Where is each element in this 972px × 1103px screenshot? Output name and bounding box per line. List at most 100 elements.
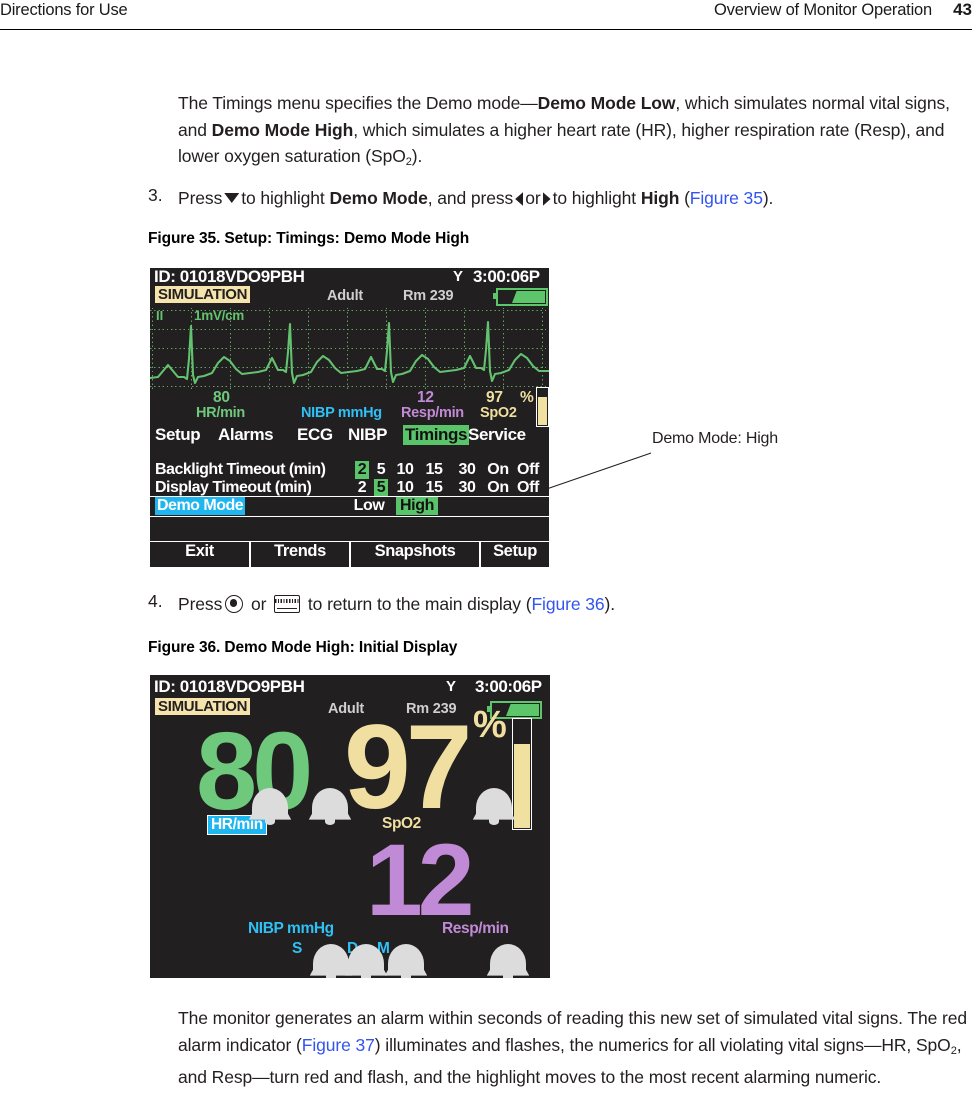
fig36-resp-label: Resp/min	[442, 920, 509, 937]
fig35-simulation-badge: SIMULATION	[155, 286, 251, 303]
setting-row-backlight-timeout[interactable]: Backlight Timeout (min) 2 5 10 15 30 On …	[150, 461, 549, 479]
opt-demo-high[interactable]: High	[396, 497, 438, 515]
page-header: Directions for Use Overview of Monitor O…	[0, 0, 972, 30]
opt-backlight-off[interactable]: Off	[515, 461, 541, 479]
header-rule	[0, 29, 972, 30]
bell-icon	[309, 944, 353, 978]
header-left-title: Directions for Use	[0, 1, 128, 19]
tab-service[interactable]: Service	[468, 425, 526, 445]
step3-bold-high: High	[640, 188, 680, 208]
outro-text-2: ) illuminates and flashes, the numerics …	[374, 1034, 951, 1055]
fig36-clock: 3:00:06P	[475, 677, 542, 696]
intro-paragraph: The Timings menu specifies the Demo mode…	[178, 90, 968, 176]
xref-figure-35[interactable]: Figure 35	[690, 188, 763, 208]
bell-icon	[486, 944, 530, 978]
opt-backlight-15[interactable]: 15	[422, 461, 446, 479]
setting-label-backlight-timeout: Backlight Timeout (min)	[155, 461, 326, 478]
fig35-menu-tab-row: Setup Alarms ECG NIBP Timings Service	[150, 425, 549, 447]
opt-backlight-2[interactable]: 2	[355, 461, 369, 479]
bell-icon	[308, 788, 352, 826]
power-dot-button-icon	[225, 595, 244, 613]
tab-timings[interactable]: Timings	[403, 425, 470, 445]
setting-row-display-timeout[interactable]: Display Timeout (min) 2 5 10 15 30 On Of…	[150, 479, 549, 497]
tab-setup[interactable]: Setup	[155, 425, 201, 445]
intro-text-4: ).	[411, 146, 423, 166]
callout-demo-mode-high-label: Demo Mode: High	[652, 430, 778, 447]
figure-35-monitor-screenshot: ID: 01018VDO9PBH Υ 3:00:06P SIMULATION A…	[150, 268, 549, 567]
fig35-resp-label: Resp/min	[401, 405, 464, 421]
fig35-softkey-bar: Exit Trends Snapshots Setup	[150, 541, 549, 567]
step-4-text: Press or to return to the main display (…	[178, 591, 968, 618]
fig35-hr-label: HR/min	[196, 405, 245, 421]
down-arrow-icon	[224, 193, 240, 203]
opt-display-10[interactable]: 10	[393, 479, 417, 497]
intro-paragraph-block: The Timings menu specifies the Demo mode…	[178, 90, 968, 176]
opt-backlight-10[interactable]: 10	[393, 461, 417, 479]
fig35-patient-id: ID: 01018VDO9PBH	[154, 268, 305, 286]
outro-paragraph-block: The monitor generates an alarm within se…	[178, 1005, 972, 1091]
step3-bold-demo-mode: Demo Mode	[329, 188, 428, 208]
fig35-ecg-waveform-area: II 1mV/cm	[150, 307, 549, 389]
bell-icon	[472, 788, 516, 826]
step3-andpress: , and press	[427, 188, 514, 208]
xref-figure-37[interactable]: Figure 37	[302, 1035, 375, 1055]
callout-leader-line	[545, 452, 652, 491]
fig36-spo2-percent: %	[473, 704, 507, 746]
softkey-trends[interactable]: Trends	[251, 542, 349, 567]
setting-row-demo-mode[interactable]: Demo Mode Low High	[150, 496, 549, 517]
tab-nibp[interactable]: NIBP	[348, 425, 387, 445]
header-right-title: Overview of Monitor Operation	[714, 1, 932, 19]
battery-icon	[493, 288, 548, 306]
bell-icon	[248, 788, 292, 826]
opt-display-30[interactable]: 30	[455, 479, 479, 497]
fig35-spo2-pleth-bar	[536, 387, 549, 427]
softkey-exit[interactable]: Exit	[150, 542, 249, 567]
setting-label-display-timeout: Display Timeout (min)	[155, 479, 312, 496]
intro-text-1: The Timings menu specifies the Demo mode…	[178, 93, 538, 113]
step-3-number: 3.	[148, 185, 163, 205]
fig36-spo2-pleth-bar	[512, 718, 532, 830]
xref-figure-36[interactable]: Figure 36	[531, 594, 604, 614]
fig36-patient-id: ID: 01018VDO9PBH	[154, 677, 305, 696]
tab-ecg[interactable]: ECG	[297, 425, 333, 445]
fig35-spo2-label: SpO2	[480, 405, 517, 421]
opt-display-off[interactable]: Off	[515, 479, 541, 497]
step3-press: Press	[178, 188, 223, 208]
fig35-clock: 3:00:06P	[473, 268, 540, 286]
fig35-room: Rm 239	[403, 288, 454, 304]
opt-demo-low[interactable]: Low	[350, 497, 388, 515]
opt-backlight-30[interactable]: 30	[455, 461, 479, 479]
fig36-resp-value: 12	[366, 823, 474, 937]
antenna-icon: Υ	[446, 678, 457, 695]
softkey-snapshots[interactable]: Snapshots	[351, 542, 479, 567]
waveform-key-icon	[274, 595, 301, 613]
intro-bold-low: Demo Mode Low	[537, 93, 676, 113]
page-number: 43	[953, 0, 972, 19]
step3-tohighlight2: to highlight	[552, 188, 637, 208]
left-arrow-icon	[515, 192, 524, 206]
right-arrow-icon	[542, 192, 551, 206]
fig35-spo2-percent: %	[520, 389, 534, 406]
opt-display-on[interactable]: On	[486, 479, 510, 497]
opt-display-5[interactable]: 5	[374, 479, 388, 497]
opt-display-2[interactable]: 2	[355, 479, 369, 497]
fig35-patient-type: Adult	[327, 288, 364, 304]
softkey-setup[interactable]: Setup	[481, 542, 549, 567]
step-4-number: 4.	[148, 591, 163, 611]
fig35-nibp-label: NIBP mmHg	[301, 405, 382, 421]
antenna-icon: Υ	[453, 268, 464, 285]
step-3-text: Press to highlight Demo Mode, and press or…	[178, 185, 968, 212]
opt-display-15[interactable]: 15	[422, 479, 446, 497]
outro-paragraph: The monitor generates an alarm within se…	[178, 1005, 972, 1091]
figure-35-caption: Figure 35. Setup: Timings: Demo Mode Hig…	[148, 230, 470, 247]
fig36-nibp-label: NIBP mmHg	[248, 920, 334, 937]
tab-alarms[interactable]: Alarms	[218, 425, 274, 445]
setting-label-demo-mode: Demo Mode	[155, 497, 246, 515]
opt-backlight-5[interactable]: 5	[374, 461, 388, 479]
step3-tohighlight: to highlight	[241, 188, 325, 208]
figure-36-caption: Figure 36. Demo Mode High: Initial Displ…	[148, 639, 458, 656]
ecg-trace-icon	[150, 320, 549, 385]
step4-or: or	[251, 594, 267, 614]
opt-backlight-on[interactable]: On	[486, 461, 510, 479]
step4-paren-close: ).	[604, 594, 615, 614]
